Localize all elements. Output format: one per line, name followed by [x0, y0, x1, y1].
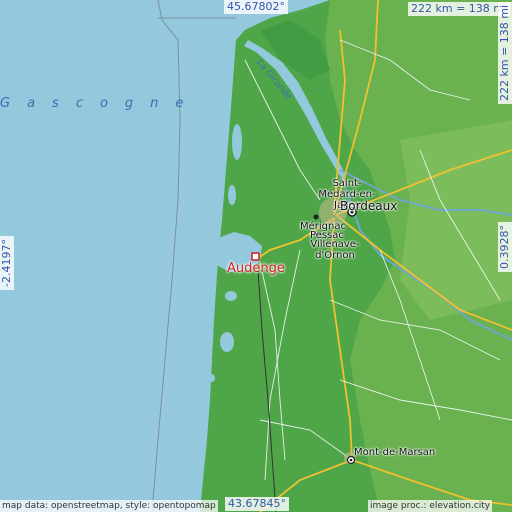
- lake-hourtin: [232, 124, 242, 160]
- lake-parentis: [220, 332, 234, 352]
- attribution-left: map data: openstreetmap, style: opentopo…: [0, 500, 218, 512]
- hills-east: [400, 120, 512, 320]
- scale-top: 222 km = 138 mi: [408, 2, 511, 16]
- coord-west: -2.4197°: [0, 236, 14, 290]
- city-label-villenave: Villenave-d'Ornon: [310, 239, 360, 261]
- city-dot-icon: [313, 214, 319, 220]
- coord-east: 0.3928°: [498, 222, 512, 272]
- attribution-right: image proc.: elevation.city: [368, 500, 493, 512]
- coord-north: 45.67802°: [224, 0, 288, 14]
- lake-cazaux: [225, 291, 237, 301]
- city-label-mont-de-marsan: Mont-de-Marsan: [354, 447, 436, 458]
- main-city-label: Audenge: [227, 261, 285, 276]
- coord-south: 43.67845°: [225, 497, 289, 511]
- scale-right: 222 km = 138 mi: [498, 1, 512, 104]
- city-label-bordeaux: Bordeaux: [340, 199, 398, 213]
- square-marker-icon[interactable]: [251, 252, 260, 261]
- map-view[interactable]: Gascogne La Gironde Saint-Médard-en-Jall…: [0, 0, 512, 512]
- lake-lacanau: [228, 185, 236, 205]
- lake-small: [209, 374, 215, 382]
- sea-label: Gascogne: [0, 96, 201, 111]
